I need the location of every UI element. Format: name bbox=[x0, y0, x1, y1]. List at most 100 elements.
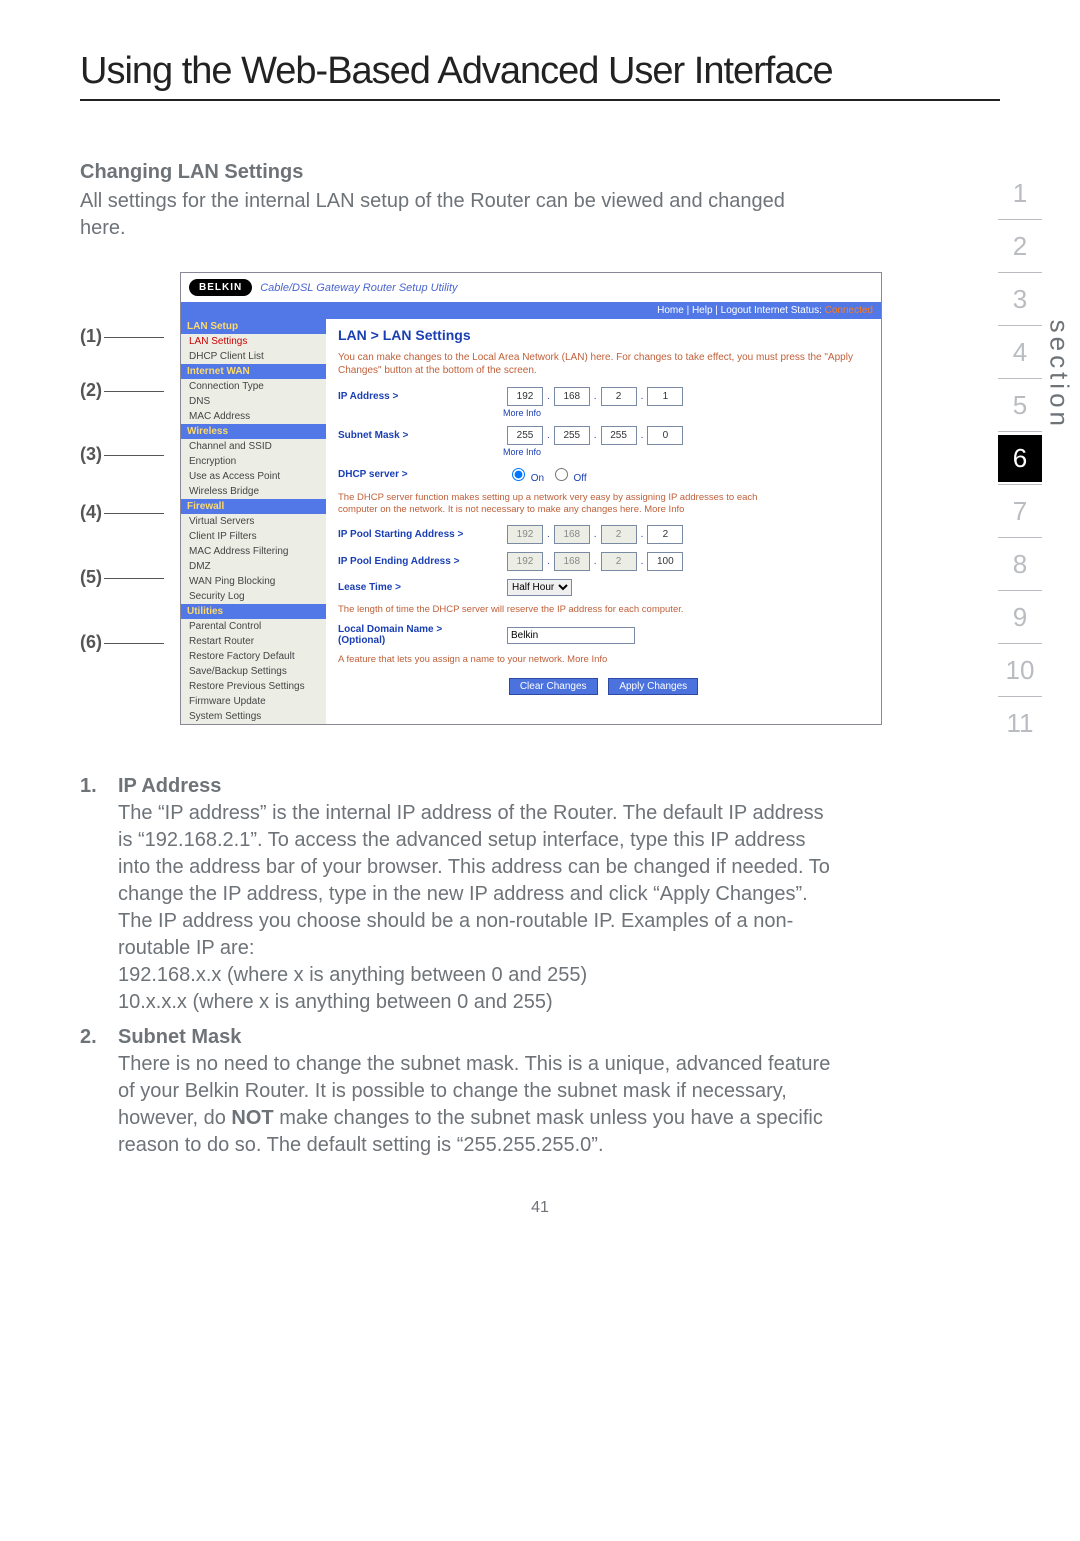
lease-select[interactable]: Half Hour bbox=[507, 579, 572, 596]
router-main-title: LAN > LAN Settings bbox=[338, 327, 869, 343]
pool-start-2 bbox=[554, 525, 590, 544]
callout-5: (5) bbox=[80, 567, 164, 588]
dhcp-off-text: Off bbox=[573, 473, 586, 484]
domain-note: A feature that lets you assign a name to… bbox=[338, 654, 768, 666]
section-num-1: 1 bbox=[990, 170, 1050, 217]
nav-firmware-update[interactable]: Firmware Update bbox=[181, 694, 326, 709]
nav-mac-address[interactable]: MAC Address bbox=[181, 409, 326, 424]
clear-changes-button[interactable]: Clear Changes bbox=[509, 678, 598, 695]
nav-connection-type[interactable]: Connection Type bbox=[181, 379, 326, 394]
nav-restart-router[interactable]: Restart Router bbox=[181, 634, 326, 649]
section-heading: Changing LAN Settings bbox=[80, 161, 1000, 184]
dhcp-on-text: On bbox=[531, 473, 544, 484]
pool-end-3 bbox=[601, 552, 637, 571]
nav-wireless: Wireless bbox=[181, 424, 326, 439]
section-num-6: 6 bbox=[998, 435, 1042, 482]
pool-start-4[interactable] bbox=[647, 525, 683, 544]
item2-text: There is no need to change the subnet ma… bbox=[118, 1051, 838, 1159]
lease-label: Lease Time > bbox=[338, 582, 503, 593]
item1-number: 1. bbox=[80, 775, 100, 1016]
callout-3: (3) bbox=[80, 444, 164, 465]
title-rule bbox=[80, 99, 1000, 101]
nav-internet-wan: Internet WAN bbox=[181, 364, 326, 379]
pool-start-label: IP Pool Starting Address > bbox=[338, 529, 503, 540]
subnet-label: Subnet Mask > bbox=[338, 430, 503, 441]
pool-end-label: IP Pool Ending Address > bbox=[338, 556, 503, 567]
nav-wan-ping[interactable]: WAN Ping Blocking bbox=[181, 574, 326, 589]
nav-encryption[interactable]: Encryption bbox=[181, 454, 326, 469]
nav-lan-setup: LAN Setup bbox=[181, 319, 326, 334]
nav-dns[interactable]: DNS bbox=[181, 394, 326, 409]
callout-4: (4) bbox=[80, 502, 164, 523]
nav-mac-filtering[interactable]: MAC Address Filtering bbox=[181, 544, 326, 559]
dhcp-note: The DHCP server function makes setting u… bbox=[338, 492, 768, 517]
pool-start-3 bbox=[601, 525, 637, 544]
router-main-desc: You can make changes to the Local Area N… bbox=[338, 351, 869, 377]
lease-note: The length of time the DHCP server will … bbox=[338, 604, 768, 616]
section-num-2: 2 bbox=[990, 223, 1050, 270]
nav-dmz[interactable]: DMZ bbox=[181, 559, 326, 574]
nav-virtual-servers[interactable]: Virtual Servers bbox=[181, 514, 326, 529]
nav-save-backup[interactable]: Save/Backup Settings bbox=[181, 664, 326, 679]
domain-input[interactable] bbox=[507, 627, 635, 644]
section-num-8: 8 bbox=[990, 541, 1050, 588]
nav-lan-settings[interactable]: LAN Settings bbox=[181, 334, 326, 349]
dhcp-off-radio[interactable] bbox=[555, 468, 568, 481]
nav-system-settings[interactable]: System Settings bbox=[181, 709, 326, 724]
router-window: BELKIN Cable/DSL Gateway Router Setup Ut… bbox=[180, 272, 882, 725]
ip-octet-1[interactable] bbox=[507, 387, 543, 406]
section-num-5: 5 bbox=[990, 382, 1050, 429]
section-num-9: 9 bbox=[990, 594, 1050, 641]
section-num-11: 11 bbox=[990, 700, 1050, 747]
ip-octet-2[interactable] bbox=[554, 387, 590, 406]
router-topbar: Home | Help | Logout Internet Status: Co… bbox=[181, 302, 881, 319]
nav-security-log[interactable]: Security Log bbox=[181, 589, 326, 604]
section-num-7: 7 bbox=[990, 488, 1050, 535]
domain-label: Local Domain Name >(Optional) bbox=[338, 624, 503, 646]
router-sidebar: LAN Setup LAN Settings DHCP Client List … bbox=[181, 319, 326, 724]
section-nav: 1 2 3 4 5 6 7 8 9 10 11 bbox=[990, 170, 1050, 747]
nav-use-ap[interactable]: Use as Access Point bbox=[181, 469, 326, 484]
subnet-octet-1[interactable] bbox=[507, 426, 543, 445]
nav-restore-factory[interactable]: Restore Factory Default bbox=[181, 649, 326, 664]
router-screenshot: (1) (2) (3) (4) (5) (6) BELKIN Cable/DSL… bbox=[80, 272, 890, 725]
pool-start-1 bbox=[507, 525, 543, 544]
item1-heading: IP Address bbox=[118, 775, 838, 798]
item1-example1: 192.168.x.x (where x is anything between… bbox=[118, 962, 838, 989]
ip-address-label: IP Address > bbox=[338, 391, 503, 402]
callout-6: (6) bbox=[80, 632, 164, 653]
section-label: section bbox=[1043, 320, 1074, 430]
callout-column: (1) (2) (3) (4) (5) (6) bbox=[80, 302, 180, 722]
nav-channel-ssid[interactable]: Channel and SSID bbox=[181, 439, 326, 454]
belkin-logo: BELKIN bbox=[189, 279, 252, 296]
callout-1: (1) bbox=[80, 326, 164, 347]
section-num-3: 3 bbox=[990, 276, 1050, 323]
nav-wireless-bridge[interactable]: Wireless Bridge bbox=[181, 484, 326, 499]
page-number: 41 bbox=[80, 1199, 1000, 1217]
ip-more-info[interactable]: More Info bbox=[503, 408, 869, 418]
nav-client-ip-filters[interactable]: Client IP Filters bbox=[181, 529, 326, 544]
internet-status: Connected bbox=[825, 305, 873, 316]
pool-end-1 bbox=[507, 552, 543, 571]
page-title: Using the Web-Based Advanced User Interf… bbox=[80, 50, 1000, 93]
item1-example2: 10.x.x.x (where x is anything between 0 … bbox=[118, 989, 838, 1016]
section-num-4: 4 bbox=[990, 329, 1050, 376]
nav-parental-control[interactable]: Parental Control bbox=[181, 619, 326, 634]
subnet-octet-3[interactable] bbox=[601, 426, 637, 445]
ip-octet-4[interactable] bbox=[647, 387, 683, 406]
section-intro: All settings for the internal LAN setup … bbox=[80, 188, 800, 242]
subnet-octet-2[interactable] bbox=[554, 426, 590, 445]
callout-2: (2) bbox=[80, 380, 164, 401]
nav-restore-previous[interactable]: Restore Previous Settings bbox=[181, 679, 326, 694]
subnet-more-info[interactable]: More Info bbox=[503, 447, 869, 457]
dhcp-on-radio[interactable] bbox=[512, 468, 525, 481]
dhcp-label: DHCP server > bbox=[338, 469, 503, 480]
item2-number: 2. bbox=[80, 1026, 100, 1159]
pool-end-4[interactable] bbox=[647, 552, 683, 571]
pool-end-2 bbox=[554, 552, 590, 571]
nav-dhcp-client-list[interactable]: DHCP Client List bbox=[181, 349, 326, 364]
not-emphasis: NOT bbox=[231, 1107, 273, 1129]
subnet-octet-4[interactable] bbox=[647, 426, 683, 445]
ip-octet-3[interactable] bbox=[601, 387, 637, 406]
apply-changes-button[interactable]: Apply Changes bbox=[608, 678, 698, 695]
